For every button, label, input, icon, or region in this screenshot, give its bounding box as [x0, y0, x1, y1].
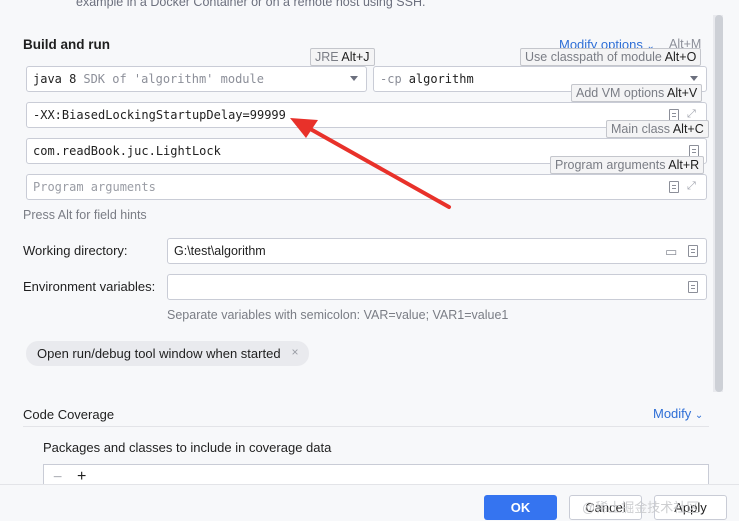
annotation-arrow-icon — [290, 118, 451, 209]
